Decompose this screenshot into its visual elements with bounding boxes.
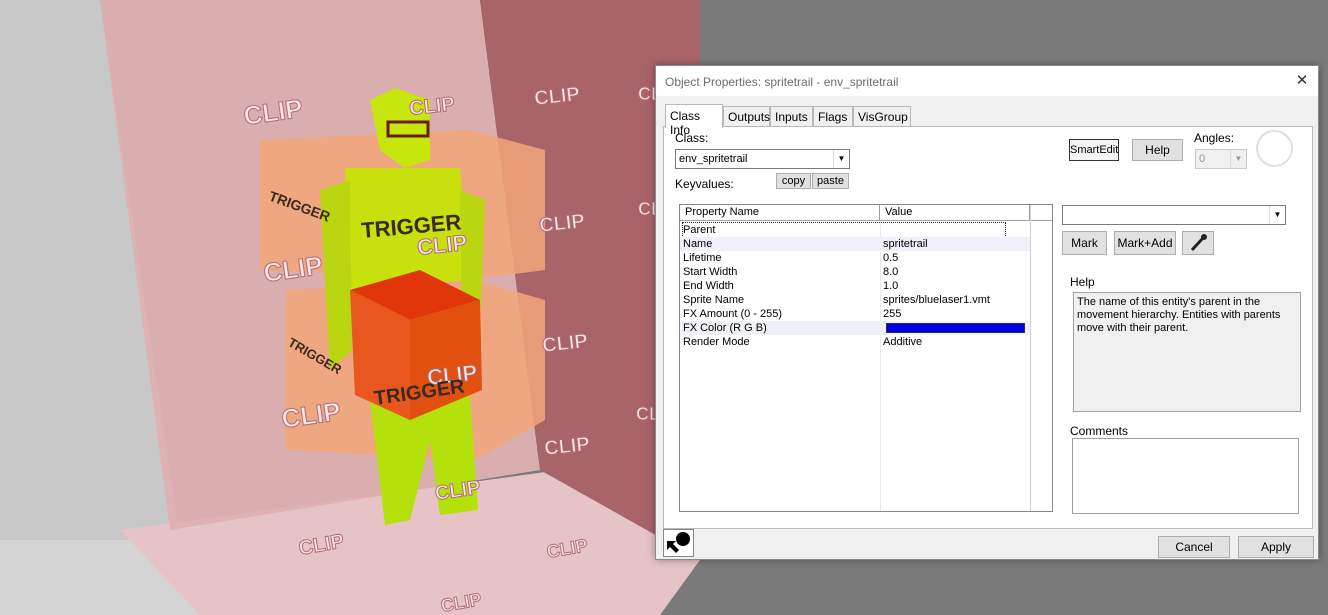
tab-class-info[interactable]: Class Info — [665, 104, 723, 137]
chevron-down-icon: ▼ — [1230, 150, 1246, 168]
property-name: End Width — [683, 280, 734, 292]
table-row[interactable]: FX Amount (0 - 255) 255 — [680, 307, 1030, 321]
table-row[interactable]: Parent — [680, 222, 1030, 238]
class-info-panel: Class: env_spritetrail ▼ Keyvalues: copy… — [663, 126, 1313, 529]
angles-value: 0 — [1199, 153, 1206, 165]
angles-select[interactable]: 0 ▼ — [1195, 149, 1247, 169]
class-value: env_spritetrail — [679, 153, 748, 165]
keyvalues-grid[interactable]: Property Name Value Parent Name spritetr… — [679, 204, 1053, 512]
property-name: Parent — [681, 222, 1007, 238]
property-name: Name — [683, 238, 713, 250]
table-row[interactable]: FX Color (R G B) — [680, 321, 1030, 335]
dialog-title: Object Properties: spritetrail - env_spr… — [665, 75, 899, 89]
property-name: Sprite Name — [683, 294, 745, 306]
property-value: spritetrail — [883, 238, 928, 250]
column-header-value[interactable]: Value — [880, 205, 1030, 221]
property-name: Lifetime — [683, 252, 722, 264]
property-value: Additive — [883, 336, 923, 348]
chevron-down-icon: ▼ — [833, 150, 849, 168]
table-row[interactable]: Name spritetrail — [680, 237, 1030, 251]
object-properties-dialog: Object Properties: spritetrail - env_spr… — [655, 65, 1319, 560]
mark-add-button[interactable]: Mark+Add — [1114, 231, 1176, 255]
tab-inputs[interactable]: Inputs — [770, 106, 813, 126]
grid-divider — [1030, 205, 1031, 511]
table-row[interactable]: Render Mode Additive — [680, 335, 1030, 349]
apply-button[interactable]: Apply — [1238, 536, 1314, 558]
property-value: 255 — [883, 308, 902, 320]
mark-button[interactable]: Mark — [1062, 231, 1107, 255]
property-name: FX Color (R G B) — [683, 322, 767, 334]
property-value: 8.0 — [883, 266, 899, 278]
color-swatch[interactable] — [886, 323, 1025, 333]
angle-dial[interactable] — [1256, 130, 1293, 167]
help-group-label: Help — [1070, 275, 1095, 289]
help-text: The name of this entity's parent in the … — [1077, 296, 1281, 334]
dialog-titlebar[interactable]: Object Properties: spritetrail - env_spr… — [656, 66, 1318, 96]
table-row[interactable]: Sprite Name sprites/bluelaser1.vmt — [680, 293, 1030, 307]
eyedropper-icon[interactable] — [1182, 231, 1214, 255]
keyvalues-label: Keyvalues: — [675, 177, 734, 191]
smartedit-button[interactable]: SmartEdit — [1069, 139, 1119, 161]
angles-label: Angles: — [1194, 131, 1235, 145]
tab-outputs[interactable]: Outputs — [723, 106, 770, 126]
copy-button[interactable]: copy — [776, 173, 811, 189]
help-box: The name of this entity's parent in the … — [1073, 292, 1301, 412]
chevron-down-icon: ▼ — [1269, 206, 1285, 224]
property-name: Start Width — [683, 266, 738, 278]
property-value: 1.0 — [883, 280, 899, 292]
comments-label: Comments — [1070, 424, 1129, 438]
close-icon[interactable]: ✕ — [1292, 71, 1312, 91]
table-row[interactable]: End Width 1.0 — [680, 279, 1030, 293]
table-row[interactable]: Start Width 8.0 — [680, 265, 1030, 279]
tab-flags[interactable]: Flags — [813, 106, 853, 126]
grid-header: Property Name Value — [680, 205, 1052, 221]
property-value: sprites/bluelaser1.vmt — [883, 294, 990, 306]
class-select[interactable]: env_spritetrail ▼ — [675, 149, 850, 169]
property-name: Render Mode — [683, 336, 750, 348]
column-header-property-name[interactable]: Property Name — [680, 205, 880, 221]
cancel-button[interactable]: Cancel — [1158, 536, 1230, 558]
property-name: FX Amount (0 - 255) — [683, 308, 783, 320]
table-row[interactable]: Lifetime 0.5 — [680, 251, 1030, 265]
paste-button[interactable]: paste — [812, 173, 849, 189]
tab-visgroup[interactable]: VisGroup — [853, 106, 911, 126]
entity-pointer-icon[interactable] — [663, 529, 694, 557]
value-select[interactable]: ▼ — [1062, 205, 1286, 225]
help-button[interactable]: Help — [1132, 139, 1183, 161]
property-value: 0.5 — [883, 252, 899, 264]
comments-field[interactable] — [1072, 438, 1299, 514]
